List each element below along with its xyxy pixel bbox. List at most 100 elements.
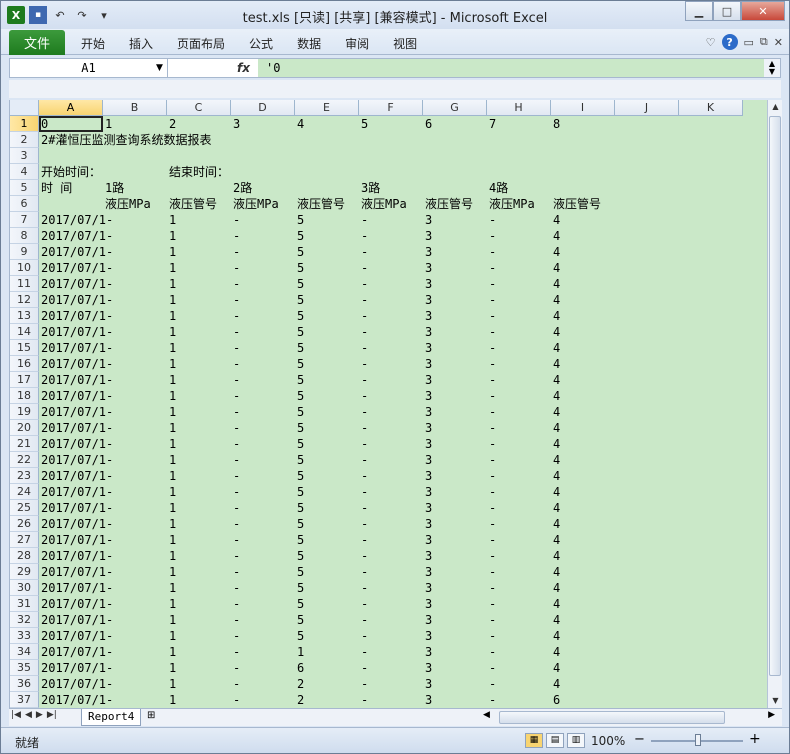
data-cell[interactable]: 2017/07/1- bbox=[39, 340, 113, 356]
cell-h1[interactable]: 7 bbox=[487, 116, 496, 132]
insert-sheet-icon[interactable]: ⊞ bbox=[147, 710, 163, 724]
row-header-17[interactable]: 17 bbox=[10, 372, 39, 388]
next-sheet-icon[interactable]: ▶ bbox=[36, 710, 43, 720]
row-header-9[interactable]: 9 bbox=[10, 244, 39, 260]
data-cell[interactable]: 1 bbox=[167, 436, 176, 452]
tab-review[interactable]: 审阅 bbox=[333, 35, 381, 52]
data-cell[interactable]: 2017/07/1- bbox=[39, 356, 113, 372]
data-cell[interactable]: 1 bbox=[167, 372, 176, 388]
data-cell[interactable]: 5 bbox=[295, 452, 304, 468]
scroll-left-icon[interactable]: ◀ bbox=[483, 710, 490, 720]
data-cell[interactable]: 1 bbox=[167, 532, 176, 548]
row-header-18[interactable]: 18 bbox=[10, 388, 39, 404]
data-cell[interactable]: - bbox=[359, 644, 368, 660]
data-cell[interactable]: 1 bbox=[167, 500, 176, 516]
row-header-19[interactable]: 19 bbox=[10, 404, 39, 420]
data-cell[interactable]: - bbox=[359, 212, 368, 228]
data-cell[interactable]: - bbox=[359, 228, 368, 244]
scroll-down-icon[interactable]: ▼ bbox=[768, 694, 783, 708]
data-cell[interactable]: 4 bbox=[551, 516, 560, 532]
data-cell[interactable]: 5 bbox=[295, 404, 304, 420]
data-cell[interactable]: 5 bbox=[295, 340, 304, 356]
data-cell[interactable]: - bbox=[359, 420, 368, 436]
data-cell[interactable]: - bbox=[487, 292, 496, 308]
data-cell[interactable]: 1 bbox=[167, 356, 176, 372]
tab-formulas[interactable]: 公式 bbox=[237, 35, 285, 52]
cell-e1[interactable]: 4 bbox=[295, 116, 304, 132]
cell-g6[interactable]: 液压管号 bbox=[423, 196, 473, 212]
data-cell[interactable]: 4 bbox=[551, 660, 560, 676]
data-cell[interactable]: 3 bbox=[423, 612, 432, 628]
column-header-h[interactable]: H bbox=[487, 100, 551, 116]
data-cell[interactable]: 1 bbox=[167, 676, 176, 692]
row-header-6[interactable]: 6 bbox=[10, 196, 39, 212]
data-cell[interactable]: 4 bbox=[551, 564, 560, 580]
data-cell[interactable]: 2017/07/1- bbox=[39, 388, 113, 404]
data-cell[interactable]: 5 bbox=[295, 388, 304, 404]
data-cell[interactable]: - bbox=[487, 500, 496, 516]
report-title-cell[interactable]: 2#灌恒压监测查询系统数据报表 bbox=[39, 132, 211, 148]
data-cell[interactable]: 2017/07/1- bbox=[39, 324, 113, 340]
start-time-label[interactable]: 开始时间： bbox=[39, 164, 101, 180]
cell-g1[interactable]: 6 bbox=[423, 116, 432, 132]
data-cell[interactable]: 5 bbox=[295, 436, 304, 452]
data-cell[interactable]: 2017/07/1- bbox=[39, 276, 113, 292]
end-time-label[interactable]: 结束时间： bbox=[167, 164, 229, 180]
data-cell[interactable]: 4 bbox=[551, 468, 560, 484]
data-cell[interactable]: - bbox=[487, 644, 496, 660]
data-cell[interactable]: 4 bbox=[551, 628, 560, 644]
data-cell[interactable]: 3 bbox=[423, 388, 432, 404]
horizontal-scrollbar[interactable]: ◀ ▶ bbox=[479, 710, 779, 725]
data-cell[interactable]: 5 bbox=[295, 228, 304, 244]
row-header-25[interactable]: 25 bbox=[10, 500, 39, 516]
data-cell[interactable]: 5 bbox=[295, 564, 304, 580]
data-cell[interactable]: 4 bbox=[551, 436, 560, 452]
data-cell[interactable]: 4 bbox=[551, 596, 560, 612]
data-cell[interactable]: 1 bbox=[167, 644, 176, 660]
data-cell[interactable]: - bbox=[231, 500, 240, 516]
formula-expand-icon[interactable]: ▲ ▼ bbox=[764, 59, 780, 77]
data-cell[interactable]: - bbox=[231, 676, 240, 692]
data-cell[interactable]: - bbox=[487, 676, 496, 692]
data-cell[interactable]: - bbox=[487, 228, 496, 244]
data-cell[interactable]: 5 bbox=[295, 596, 304, 612]
row-header-11[interactable]: 11 bbox=[10, 276, 39, 292]
cell-f1[interactable]: 5 bbox=[359, 116, 368, 132]
data-cell[interactable]: 5 bbox=[295, 548, 304, 564]
data-cell[interactable]: 4 bbox=[551, 532, 560, 548]
data-cell[interactable]: - bbox=[359, 676, 368, 692]
data-cell[interactable]: 1 bbox=[167, 564, 176, 580]
data-cell[interactable]: 1 bbox=[167, 580, 176, 596]
data-cell[interactable]: - bbox=[359, 516, 368, 532]
data-cell[interactable]: 3 bbox=[423, 228, 432, 244]
data-cell[interactable]: 3 bbox=[423, 212, 432, 228]
data-cell[interactable]: 5 bbox=[295, 612, 304, 628]
data-cell[interactable]: 2017/07/1- bbox=[39, 404, 113, 420]
data-cell[interactable]: - bbox=[359, 244, 368, 260]
column-header-b[interactable]: B bbox=[103, 100, 167, 116]
data-cell[interactable]: 4 bbox=[551, 452, 560, 468]
cell-a5[interactable]: 时 间 bbox=[39, 180, 72, 196]
data-cell[interactable]: - bbox=[359, 356, 368, 372]
data-cell[interactable]: - bbox=[359, 692, 368, 708]
data-cell[interactable]: - bbox=[487, 212, 496, 228]
active-cell-a1[interactable] bbox=[39, 116, 103, 132]
data-cell[interactable]: - bbox=[359, 612, 368, 628]
data-cell[interactable]: 3 bbox=[423, 452, 432, 468]
row-header-23[interactable]: 23 bbox=[10, 468, 39, 484]
row-header-16[interactable]: 16 bbox=[10, 356, 39, 372]
data-cell[interactable]: - bbox=[231, 692, 240, 708]
data-cell[interactable]: - bbox=[487, 436, 496, 452]
data-cell[interactable]: 4 bbox=[551, 484, 560, 500]
data-cell[interactable]: 3 bbox=[423, 436, 432, 452]
data-cell[interactable]: 4 bbox=[551, 340, 560, 356]
help-icon[interactable]: ? bbox=[721, 34, 738, 50]
data-cell[interactable]: 1 bbox=[167, 244, 176, 260]
data-cell[interactable]: 5 bbox=[295, 628, 304, 644]
row-header-5[interactable]: 5 bbox=[10, 180, 39, 196]
data-cell[interactable]: 2017/07/1- bbox=[39, 676, 113, 692]
scroll-right-icon[interactable]: ▶ bbox=[768, 710, 775, 720]
row-header-14[interactable]: 14 bbox=[10, 324, 39, 340]
data-cell[interactable]: - bbox=[487, 692, 496, 708]
data-cell[interactable]: - bbox=[231, 308, 240, 324]
